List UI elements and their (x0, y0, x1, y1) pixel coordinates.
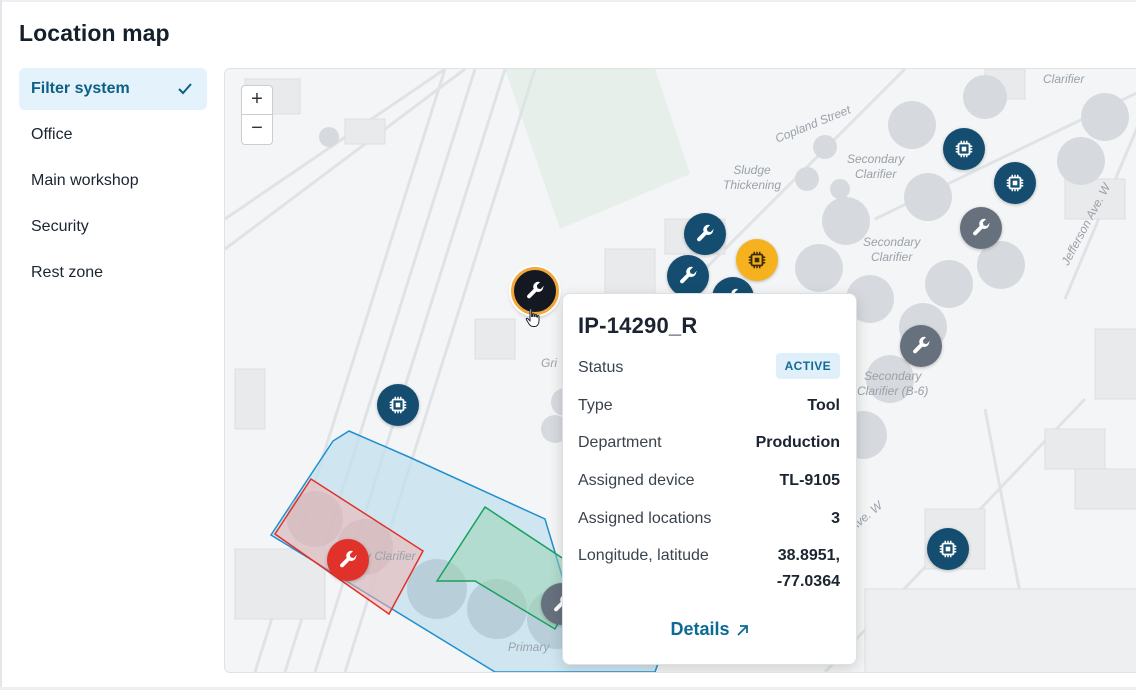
type-row: Type Tool (578, 397, 840, 419)
map-label-secondary-clarifier-2: Secondary Clarifier (863, 235, 920, 265)
map-label-secondary-clarifier-b6: Secondary Clarifier (B-6) (857, 369, 928, 399)
wrench-icon (697, 224, 714, 242)
map-marker-tool[interactable] (960, 207, 1002, 249)
sidebar-item-label: Main workshop (31, 172, 139, 189)
sidebar-item-main-workshop[interactable]: Main workshop (19, 160, 207, 202)
assigned-device-row: Assigned device TL-9105 (578, 472, 840, 494)
coordinates-value-longitude: 38.8951, (777, 547, 840, 564)
assigned-locations-value: 3 (831, 510, 840, 527)
map-label-text: Secondary Clarifier (847, 152, 905, 181)
map-label-gri: Gri (541, 356, 557, 370)
sidebar-item-label: Security (31, 218, 89, 235)
location-sidebar: Filter system Office Main workshop Secur… (19, 68, 207, 298)
chip-icon (389, 396, 407, 414)
page-title: Location map (19, 20, 170, 46)
status-row: Status ACTIVE (578, 353, 840, 381)
chip-icon (939, 540, 957, 558)
sidebar-item-label: Office (31, 126, 73, 143)
map-marker-tool[interactable] (684, 213, 726, 255)
top-border (0, 0, 1136, 2)
sidebar-item-rest-zone[interactable]: Rest zone (19, 252, 207, 294)
sidebar-item-filter-system[interactable]: Filter system (19, 68, 207, 110)
wrench-icon (340, 550, 357, 568)
map-marker-tool[interactable] (667, 255, 709, 297)
popup-title: IP-14290_R (578, 313, 698, 338)
map-marker-tool[interactable] (900, 325, 942, 367)
map-marker-chip[interactable] (994, 162, 1036, 204)
type-value: Tool (807, 397, 840, 414)
department-label: Department (578, 434, 662, 451)
zoom-out-button[interactable]: − (242, 114, 272, 143)
type-label: Type (578, 397, 613, 414)
zoom-controls: + − (241, 85, 273, 145)
wrench-icon (913, 336, 930, 354)
wrench-icon (527, 281, 544, 299)
coordinates-label: Longitude, latitude (578, 547, 709, 564)
map-label-text: Secondary Clarifier (B-6) (857, 369, 929, 398)
chip-icon (955, 140, 973, 158)
status-badge: ACTIVE (775, 353, 840, 379)
sidebar-item-office[interactable]: Office (19, 114, 207, 156)
coordinates-value-latitude: -77.0364 (776, 573, 840, 590)
location-map[interactable]: Clarifier Copland Street Sludge Thickeni… (224, 68, 1136, 673)
map-marker-chip[interactable] (736, 239, 778, 281)
left-border (0, 0, 2, 690)
department-row: Department Production (578, 434, 840, 456)
chip-icon (748, 251, 766, 269)
asset-info-popup: IP-14290_R Status ACTIVE Type Tool Depar… (562, 293, 857, 665)
map-marker-chip[interactable] (943, 128, 985, 170)
assigned-locations-label: Assigned locations (578, 510, 712, 527)
assigned-locations-row: Assigned locations 3 (578, 510, 840, 532)
map-label-clarifier: Clarifier (1043, 72, 1085, 86)
status-label: Status (578, 359, 624, 376)
map-marker-chip[interactable] (377, 384, 419, 426)
assigned-device-value: TL-9105 (779, 472, 840, 489)
assigned-device-label: Assigned device (578, 472, 695, 489)
hand-cursor-icon (525, 308, 540, 327)
zoom-in-button[interactable]: + (242, 86, 272, 114)
map-label-text: Secondary Clarifier (863, 235, 921, 264)
map-label-text: Sludge Thickening (723, 163, 782, 192)
map-marker-tool[interactable] (327, 539, 369, 581)
map-label-secondary-clarifier-1: Secondary Clarifier (847, 152, 904, 182)
details-link[interactable]: Details (563, 619, 856, 640)
sidebar-item-label: Rest zone (31, 264, 104, 281)
details-label: Details (670, 619, 730, 639)
arrow-up-right-icon (736, 624, 748, 636)
map-marker-chip[interactable] (927, 528, 969, 570)
chip-icon (1006, 174, 1024, 192)
coordinates-row: Longitude, latitude 38.8951, -77.0364 (578, 547, 840, 597)
map-label-sludge-thickening: Sludge Thickening (723, 163, 781, 193)
sidebar-item-label: Filter system (31, 80, 130, 97)
wrench-icon (680, 266, 697, 284)
sidebar-item-security[interactable]: Security (19, 206, 207, 248)
wrench-icon (973, 218, 990, 236)
check-icon (178, 83, 192, 95)
department-value: Production (755, 434, 840, 451)
map-label-primary: Primary (508, 640, 550, 654)
map-label-y-clarifier: y Clarifier (365, 549, 416, 563)
